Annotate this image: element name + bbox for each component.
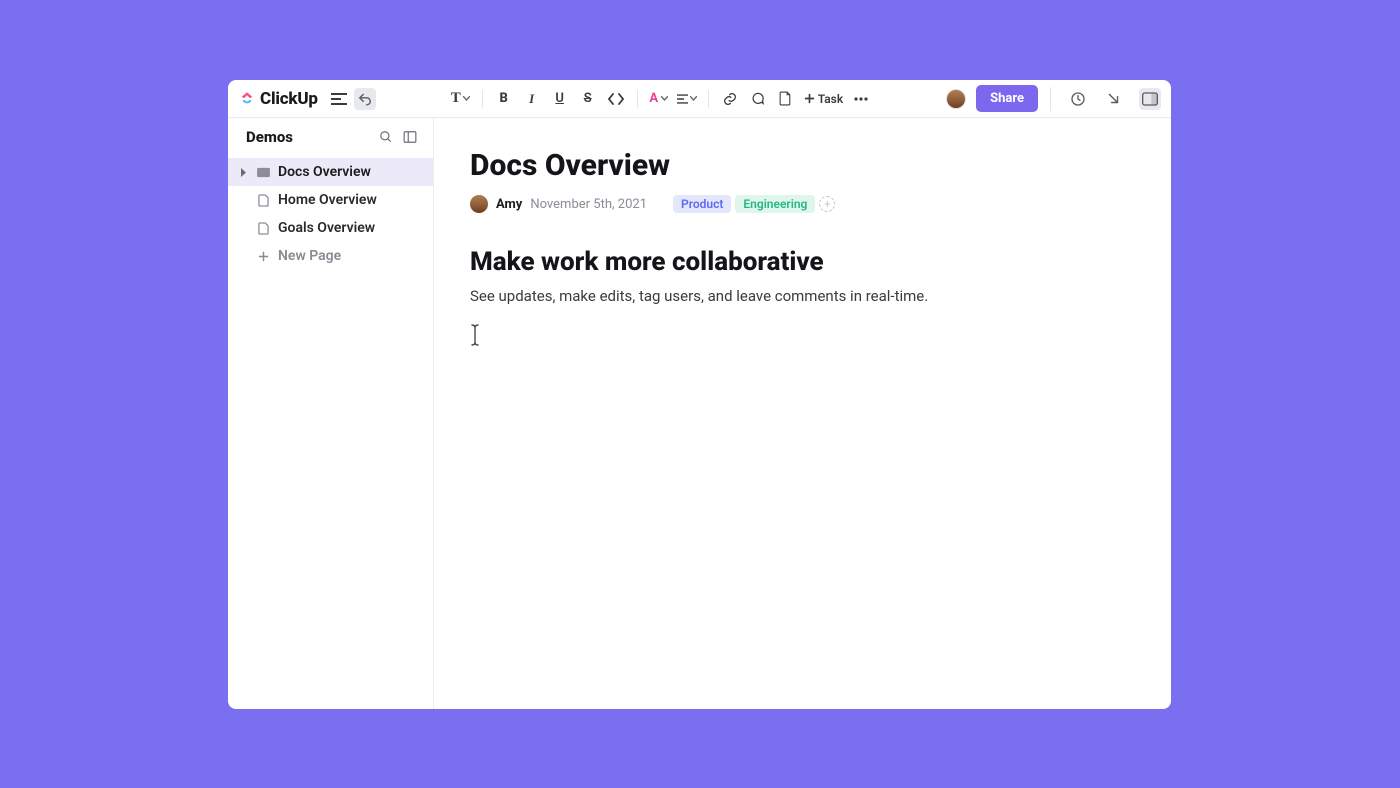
- plus-icon: [804, 93, 815, 104]
- add-tag-button[interactable]: +: [819, 196, 835, 212]
- clickup-logo-icon: [238, 90, 256, 108]
- text-color-button[interactable]: A: [649, 88, 669, 110]
- tag-product[interactable]: Product: [673, 195, 731, 213]
- brand-logo[interactable]: ClickUp: [238, 89, 318, 109]
- chevron-down-icon: [690, 95, 697, 103]
- separator: [482, 90, 483, 108]
- doc-date: November 5th, 2021: [530, 197, 647, 212]
- brand-name: ClickUp: [260, 89, 318, 109]
- chevron-down-icon: [660, 95, 668, 103]
- topbar-right: Share: [946, 85, 1161, 112]
- separator: [637, 90, 638, 108]
- format-toolbar: T B I U S A: [376, 88, 946, 110]
- download-button[interactable]: [1103, 88, 1125, 110]
- search-icon[interactable]: [377, 128, 395, 146]
- menu-icon[interactable]: [328, 88, 350, 110]
- undo-button[interactable]: [354, 88, 376, 110]
- page-button[interactable]: [776, 88, 796, 110]
- page-title: Docs Overview: [470, 148, 1125, 183]
- italic-button[interactable]: I: [522, 88, 542, 110]
- more-button[interactable]: [851, 88, 871, 110]
- doc-body-text: See updates, make edits, tag users, and …: [470, 287, 1125, 305]
- sidebar-item-label: New Page: [278, 248, 341, 264]
- chevron-down-icon: [463, 95, 471, 103]
- sidebar-item-docs-overview[interactable]: Docs Overview: [228, 158, 433, 186]
- app-window: ClickUp T B I U S A: [228, 80, 1171, 709]
- doc-filled-icon: [256, 165, 270, 179]
- separator: [1050, 87, 1051, 111]
- sidebar-item-label: Home Overview: [278, 192, 377, 208]
- collapse-sidebar-icon[interactable]: [401, 128, 419, 146]
- document-area[interactable]: Docs Overview Amy November 5th, 2021 Pro…: [434, 118, 1171, 709]
- share-button[interactable]: Share: [976, 85, 1038, 112]
- sidebar-item-label: Goals Overview: [278, 220, 375, 236]
- tag-engineering[interactable]: Engineering: [735, 195, 815, 213]
- doc-heading: Make work more collaborative: [470, 247, 1125, 277]
- body: Demos Docs Overview: [228, 118, 1171, 709]
- page-list: Docs Overview Home Overview Goals Overvi…: [228, 152, 433, 270]
- new-page-button[interactable]: New Page: [228, 242, 433, 270]
- comment-button[interactable]: [748, 88, 768, 110]
- user-avatar[interactable]: [946, 89, 966, 109]
- doc-icon: [256, 221, 270, 235]
- code-button[interactable]: [606, 88, 626, 110]
- chevron-right-icon: [238, 168, 248, 177]
- align-button[interactable]: [677, 88, 697, 110]
- text-style-button[interactable]: T: [451, 88, 471, 110]
- tag-list: Product Engineering +: [673, 195, 835, 213]
- text-cursor-icon: [470, 323, 478, 347]
- strike-button[interactable]: S: [578, 88, 598, 110]
- topbar: ClickUp T B I U S A: [228, 80, 1171, 118]
- history-button[interactable]: [1067, 88, 1089, 110]
- link-button[interactable]: [720, 88, 740, 110]
- doc-meta: Amy November 5th, 2021 Product Engineeri…: [470, 195, 1125, 213]
- author-name: Amy: [496, 197, 522, 212]
- sidebar-header: Demos: [228, 118, 433, 152]
- underline-button[interactable]: U: [550, 88, 570, 110]
- doc-icon: [256, 193, 270, 207]
- plus-icon: [256, 249, 270, 263]
- task-button[interactable]: Task: [804, 92, 844, 106]
- sidebar-item-label: Docs Overview: [278, 164, 371, 180]
- bold-button[interactable]: B: [494, 88, 514, 110]
- sidebar: Demos Docs Overview: [228, 118, 434, 709]
- author-avatar[interactable]: [470, 195, 488, 213]
- sidebar-item-goals-overview[interactable]: Goals Overview: [228, 214, 433, 242]
- sidebar-title: Demos: [246, 128, 371, 146]
- sidebar-item-home-overview[interactable]: Home Overview: [228, 186, 433, 214]
- toggle-panel-button[interactable]: [1139, 88, 1161, 110]
- separator: [708, 90, 709, 108]
